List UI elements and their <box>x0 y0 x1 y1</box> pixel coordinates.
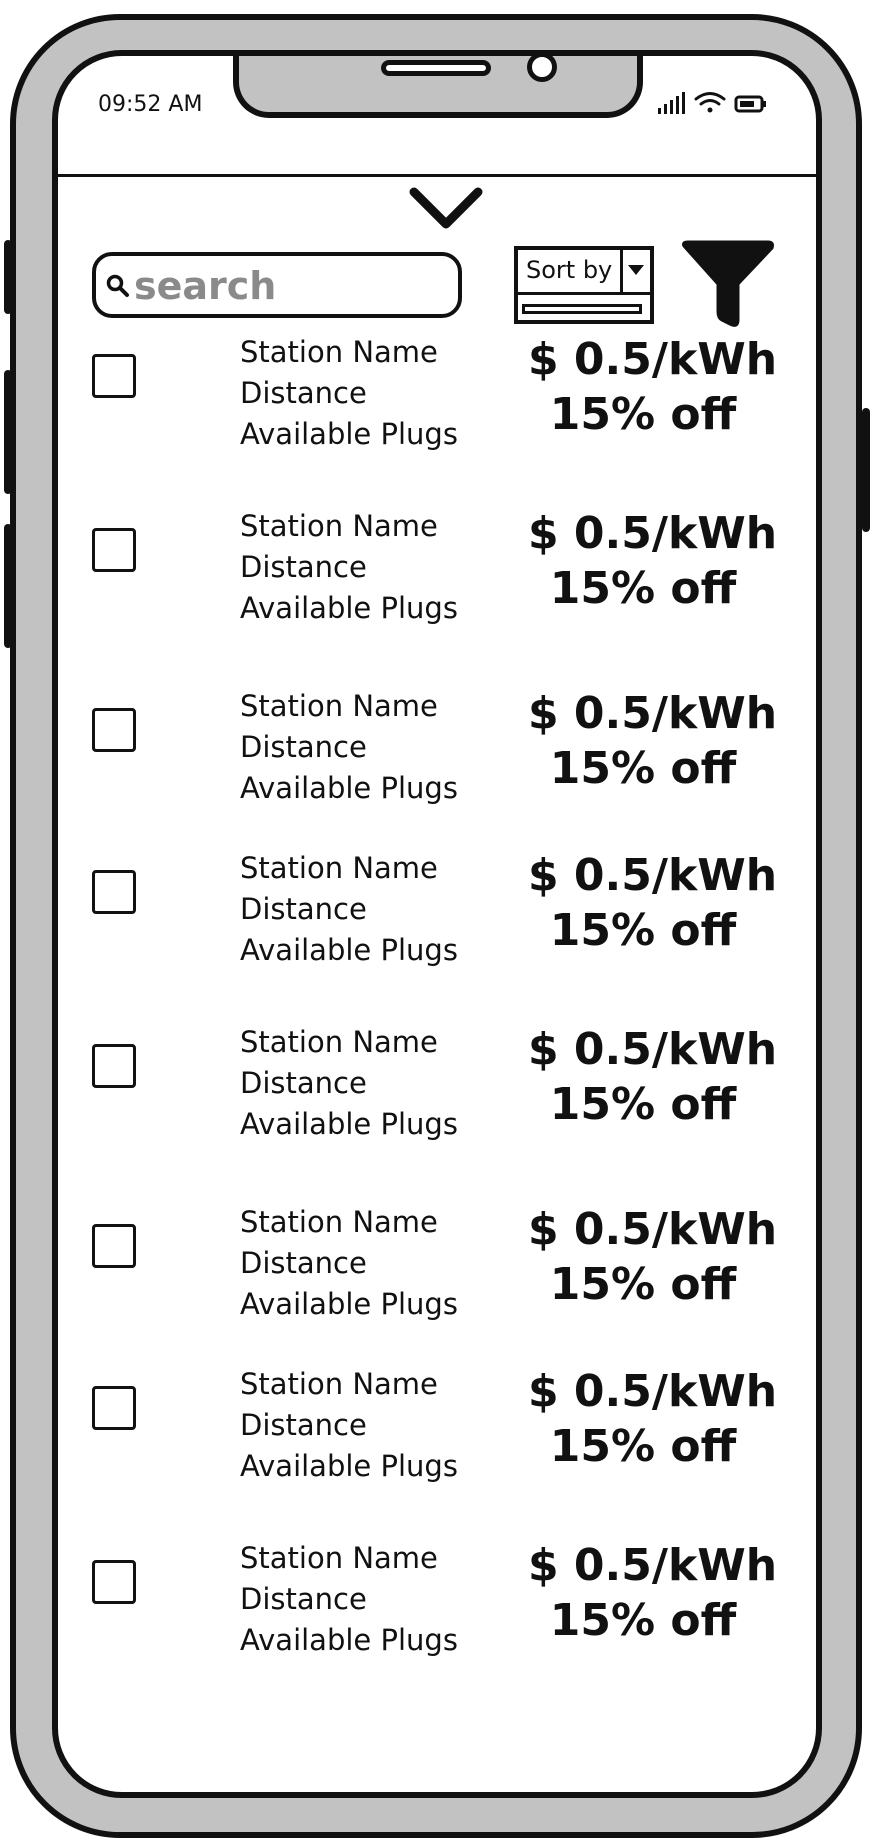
station-price: $ 0.5/kWh <box>528 850 778 901</box>
phone-side-button <box>4 524 12 648</box>
station-plugs: Available Plugs <box>240 1449 458 1483</box>
list-item[interactable]: Station Name Distance Available Plugs $ … <box>58 506 816 625</box>
station-distance: Distance <box>240 376 367 410</box>
station-pricing: $ 0.5/kWh 15% off <box>528 1202 778 1312</box>
list-item[interactable]: Station Name Distance Available Plugs $ … <box>58 332 816 451</box>
station-discount: 15% off <box>549 389 737 440</box>
station-name: Station Name <box>240 1541 438 1575</box>
station-distance: Distance <box>240 1066 367 1100</box>
station-pricing: $ 0.5/kWh 15% off <box>528 848 778 958</box>
row-checkbox[interactable] <box>92 528 136 572</box>
status-icons <box>656 88 776 118</box>
list-item[interactable]: Station Name Distance Available Plugs $ … <box>58 848 816 967</box>
station-discount: 15% off <box>549 563 737 614</box>
station-plugs: Available Plugs <box>240 1287 458 1321</box>
station-discount: 15% off <box>549 905 737 956</box>
station-name: Station Name <box>240 1367 438 1401</box>
row-checkbox[interactable] <box>92 1386 136 1430</box>
list-item[interactable]: Station Name Distance Available Plugs $ … <box>58 1538 816 1657</box>
station-info: Station Name Distance Available Plugs <box>240 1022 458 1145</box>
phone-screen: 09:52 AM search Sort by Station Name Dis… <box>52 50 822 1798</box>
signal-icon <box>658 92 685 114</box>
station-name: Station Name <box>240 335 438 369</box>
station-distance: Distance <box>240 1246 367 1280</box>
row-checkbox[interactable] <box>92 354 136 398</box>
sort-dropdown-toggle[interactable] <box>620 250 650 292</box>
station-name: Station Name <box>240 689 438 723</box>
station-name: Station Name <box>240 851 438 885</box>
divider <box>518 292 650 295</box>
search-icon <box>106 274 130 298</box>
search-input[interactable] <box>134 262 444 310</box>
list-item[interactable]: Station Name Distance Available Plugs $ … <box>58 1364 816 1483</box>
station-name: Station Name <box>240 1025 438 1059</box>
phone-side-button <box>4 240 12 314</box>
station-pricing: $ 0.5/kWh 15% off <box>528 1364 778 1474</box>
station-info: Station Name Distance Available Plugs <box>240 848 458 971</box>
station-info: Station Name Distance Available Plugs <box>240 506 458 629</box>
station-plugs: Available Plugs <box>240 771 458 805</box>
sort-scrollbar <box>522 304 642 314</box>
station-info: Station Name Distance Available Plugs <box>240 1202 458 1325</box>
station-info: Station Name Distance Available Plugs <box>240 1364 458 1487</box>
station-discount: 15% off <box>549 1595 737 1646</box>
station-distance: Distance <box>240 892 367 926</box>
search-bar[interactable] <box>92 252 462 318</box>
wifi-icon <box>694 92 726 113</box>
station-price: $ 0.5/kWh <box>528 508 778 559</box>
sort-label: Sort by <box>526 256 613 284</box>
station-plugs: Available Plugs <box>240 933 458 967</box>
station-info: Station Name Distance Available Plugs <box>240 332 458 455</box>
station-discount: 15% off <box>549 1421 737 1472</box>
list-item[interactable]: Station Name Distance Available Plugs $ … <box>58 686 816 805</box>
station-price: $ 0.5/kWh <box>528 1024 778 1075</box>
station-price: $ 0.5/kWh <box>528 1540 778 1591</box>
row-checkbox[interactable] <box>92 1224 136 1268</box>
station-discount: 15% off <box>549 743 737 794</box>
status-divider <box>58 174 816 177</box>
station-price: $ 0.5/kWh <box>528 688 778 739</box>
speaker-grille <box>381 60 491 76</box>
station-pricing: $ 0.5/kWh 15% off <box>528 686 778 796</box>
row-checkbox[interactable] <box>92 1560 136 1604</box>
station-pricing: $ 0.5/kWh 15% off <box>528 1538 778 1648</box>
station-pricing: $ 0.5/kWh 15% off <box>528 506 778 616</box>
station-price: $ 0.5/kWh <box>528 334 778 385</box>
front-camera <box>527 56 557 82</box>
chevron-down-icon[interactable] <box>408 184 484 232</box>
station-plugs: Available Plugs <box>240 591 458 625</box>
row-checkbox[interactable] <box>92 708 136 752</box>
station-name: Station Name <box>240 1205 438 1239</box>
station-info: Station Name Distance Available Plugs <box>240 686 458 809</box>
list-item[interactable]: Station Name Distance Available Plugs $ … <box>58 1022 816 1141</box>
station-pricing: $ 0.5/kWh 15% off <box>528 332 778 442</box>
row-checkbox[interactable] <box>92 1044 136 1088</box>
station-distance: Distance <box>240 1408 367 1442</box>
phone-notch <box>233 56 643 118</box>
caret-down-icon <box>628 265 644 275</box>
station-price: $ 0.5/kWh <box>528 1366 778 1417</box>
list-item[interactable]: Station Name Distance Available Plugs $ … <box>58 1202 816 1321</box>
phone-side-button <box>4 370 12 494</box>
status-time: 09:52 AM <box>98 92 203 117</box>
battery-icon <box>734 95 766 113</box>
station-price: $ 0.5/kWh <box>528 1204 778 1255</box>
phone-side-button <box>862 408 870 532</box>
row-checkbox[interactable] <box>92 870 136 914</box>
station-discount: 15% off <box>549 1079 737 1130</box>
sort-dropdown[interactable]: Sort by <box>514 246 654 324</box>
station-distance: Distance <box>240 1582 367 1616</box>
station-plugs: Available Plugs <box>240 417 458 451</box>
station-pricing: $ 0.5/kWh 15% off <box>528 1022 778 1132</box>
station-name: Station Name <box>240 509 438 543</box>
filter-icon[interactable] <box>678 240 778 328</box>
station-plugs: Available Plugs <box>240 1107 458 1141</box>
station-distance: Distance <box>240 730 367 764</box>
station-discount: 15% off <box>549 1259 737 1310</box>
station-distance: Distance <box>240 550 367 584</box>
station-plugs: Available Plugs <box>240 1623 458 1657</box>
station-info: Station Name Distance Available Plugs <box>240 1538 458 1661</box>
